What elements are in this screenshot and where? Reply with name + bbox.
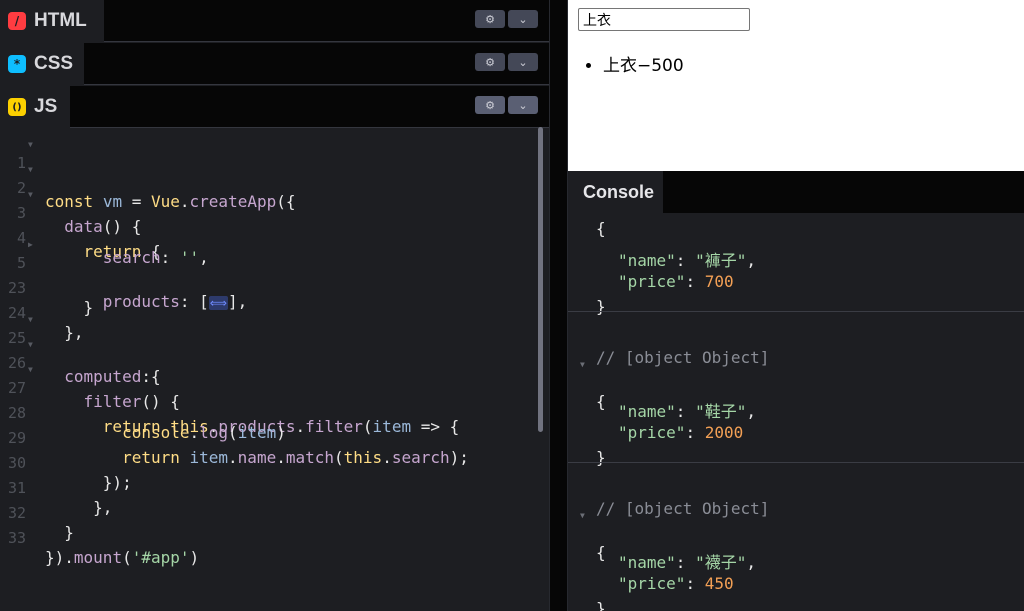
code-line: 23 }: [0, 260, 549, 317]
code-line: 33 }).mount('#app'): [0, 510, 549, 567]
console-line: "price": 700: [618, 272, 734, 291]
console-line: }: [596, 599, 606, 611]
console-line: }: [596, 448, 606, 467]
fold-arrow-collapsed-icon[interactable]: ▶: [28, 240, 38, 249]
line-number: 33: [7, 529, 26, 547]
fold-arrow-icon[interactable]: ▼: [28, 140, 38, 149]
js-tab[interactable]: () JS: [0, 86, 70, 128]
console-line: "name": "襪子",: [618, 553, 756, 572]
html-collapse-button[interactable]: ⌄: [508, 10, 538, 28]
html-tab[interactable]: / HTML: [0, 0, 104, 42]
console-tab[interactable]: Console: [568, 171, 663, 213]
html-panel-header[interactable]: / HTML ⚙ ⌄: [0, 0, 549, 42]
js-collapse-button[interactable]: ⌄: [508, 96, 538, 114]
console-panel: Console { "name": "褲子", "price": 700 } /…: [568, 171, 1024, 611]
code-line: 28 console.log(item): [0, 385, 549, 442]
gear-icon: ⚙: [485, 12, 495, 26]
search-input[interactable]: [578, 8, 750, 31]
js-settings-button[interactable]: ⚙: [475, 96, 505, 114]
resize-divider[interactable]: [549, 0, 568, 611]
editor-scrollbar[interactable]: [538, 127, 543, 432]
code-line: 24 },: [0, 285, 549, 342]
code-line: 5 ▶ products: [⟺],: [0, 235, 549, 311]
html-settings-button[interactable]: ⚙: [475, 10, 505, 28]
console-line: {: [596, 219, 606, 238]
chevron-down-icon: ⌄: [518, 98, 528, 112]
code-line: 29 return item.name.match(this.search);: [0, 410, 549, 467]
chevron-down-icon: ⌄: [518, 12, 528, 26]
console-line: ▼ {: [580, 511, 606, 562]
fold-arrow-icon[interactable]: ▼: [28, 365, 38, 374]
console-output[interactable]: { "name": "褲子", "price": 700 } // [objec…: [568, 213, 1024, 611]
css-tab[interactable]: * CSS: [0, 43, 84, 85]
js-badge-icon: (): [8, 98, 26, 116]
js-tab-label: JS: [34, 96, 58, 117]
code-line: 27 ▼ return this.products.filter(item =>…: [0, 360, 549, 436]
console-separator: [568, 462, 1024, 463]
console-line: "name": "鞋子",: [618, 402, 756, 421]
css-panel-header[interactable]: * CSS ⚙ ⌄: [0, 43, 549, 85]
fold-arrow-icon[interactable]: ▼: [28, 165, 38, 174]
code-line: 3 ▼ return {: [0, 185, 549, 261]
code-line: 26 ▼ filter() {: [0, 335, 549, 411]
console-separator: [568, 311, 1024, 312]
code-editor: / HTML ⚙ ⌄ * CSS ⚙ ⌄ () JS ⚙ ⌄ 1 ▼ const…: [0, 0, 549, 611]
fold-arrow-icon[interactable]: ▼: [28, 340, 38, 349]
expand-arrow-icon[interactable]: ▼: [580, 511, 585, 520]
css-settings-button[interactable]: ⚙: [475, 53, 505, 71]
css-collapse-button[interactable]: ⌄: [508, 53, 538, 71]
console-line: "price": 2000: [618, 423, 744, 442]
fold-arrow-icon[interactable]: ▼: [28, 315, 38, 324]
console-line: // [object Object]: [596, 348, 770, 367]
list-item: 上衣−500: [603, 51, 684, 76]
code-line: 1 ▼ const vm = Vue.createApp({: [0, 135, 549, 211]
fold-arrow-icon[interactable]: ▼: [28, 190, 38, 199]
console-line: "name": "褲子",: [618, 251, 756, 270]
code-line: 2 ▼ data() {: [0, 160, 549, 236]
css-tab-label: CSS: [34, 53, 74, 74]
code-line: 25 ▼ computed:{: [0, 310, 549, 386]
css-badge-icon: *: [8, 55, 26, 73]
code-line: 32 }: [0, 485, 549, 542]
console-header: Console: [568, 171, 1024, 213]
gear-icon: ⚙: [485, 98, 495, 112]
code-line: 30 });: [0, 435, 549, 492]
code-line: 4 search: '',: [0, 210, 549, 267]
expand-arrow-icon[interactable]: ▼: [580, 360, 585, 369]
html-badge-icon: /: [8, 12, 26, 30]
console-line: }: [596, 297, 606, 316]
gear-icon: ⚙: [485, 55, 495, 69]
code-line: 31 },: [0, 460, 549, 517]
chevron-down-icon: ⌄: [518, 55, 528, 69]
result-preview: 上衣−500: [568, 0, 1024, 171]
result-list: 上衣−500: [603, 51, 684, 76]
console-line: // [object Object]: [596, 499, 770, 518]
html-tab-label: HTML: [34, 10, 87, 31]
js-panel-header[interactable]: () JS ⚙ ⌄: [0, 86, 549, 128]
console-line: ▼ {: [580, 360, 606, 411]
console-line: "price": 450: [618, 574, 734, 593]
js-code-area[interactable]: 1 ▼ const vm = Vue.createApp({ 2 ▼ data(…: [0, 130, 549, 611]
